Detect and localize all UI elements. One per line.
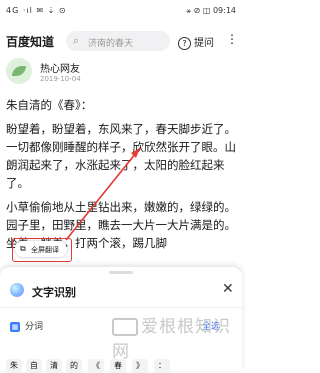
segment-icon: ▦ xyxy=(10,322,20,332)
search-icon: ⌕ xyxy=(73,34,80,47)
paragraph-1: 朱自清的《春》： xyxy=(6,98,93,112)
segment-label: 分词 xyxy=(25,322,44,332)
answer-content: 朱自清的《春》： 盼望着，盼望着，东风来了，春天脚步近了。一切都像刚睡醒的样子，… xyxy=(6,96,238,258)
ocr-logo-icon xyxy=(10,283,24,297)
status-bar: 4G ·ıl ✉ ⇣ ⊙ ⚹ ⊘ ◫ 09:14 xyxy=(0,0,242,24)
author-date: 2019-10-04 xyxy=(40,75,81,83)
watermark: 爱根根知识网 xyxy=(112,312,242,362)
avatar[interactable] xyxy=(6,58,32,84)
close-icon[interactable]: ✕ xyxy=(222,281,234,297)
fullscreen-translate-button[interactable]: ⧉ 全屏翻译 xyxy=(15,241,67,257)
status-right: ⚹ ⊘ ◫ 09:14 xyxy=(186,6,236,15)
more-menu-icon[interactable]: ⋮ xyxy=(226,32,238,46)
search-box[interactable]: ⌕ 济南的春天 xyxy=(66,31,170,51)
question-icon: ? xyxy=(178,37,191,50)
author-row: 热心网友 2019-10-04 xyxy=(6,58,236,92)
paragraph-2: 盼望着，盼望着，东风来了，春天脚步近了。一切都像刚睡醒的样子，欣欣然张开了眼。山… xyxy=(6,122,236,190)
ask-label: 提问 xyxy=(194,38,214,49)
app-title: 百度知道 xyxy=(6,35,55,49)
search-placeholder: 济南的春天 xyxy=(88,39,134,49)
ask-button[interactable]: ? 提问 xyxy=(178,34,214,50)
app-header: 百度知道 ⌕ 济南的春天 ? 提问 ⋮ xyxy=(0,24,242,56)
segment-option[interactable]: ▦ 分词 xyxy=(10,319,43,332)
author-name: 热心网友 xyxy=(40,64,80,75)
fullscreen-translate-label: 全屏翻译 xyxy=(31,246,59,254)
sheet-title: 文字识别 xyxy=(32,286,76,299)
divider xyxy=(0,307,242,308)
drag-handle[interactable] xyxy=(109,271,133,274)
status-left: 4G ·ıl ✉ ⇣ ⊙ xyxy=(6,6,67,15)
translate-icon: ⧉ xyxy=(20,244,26,253)
watermark-logo-icon xyxy=(112,318,138,336)
